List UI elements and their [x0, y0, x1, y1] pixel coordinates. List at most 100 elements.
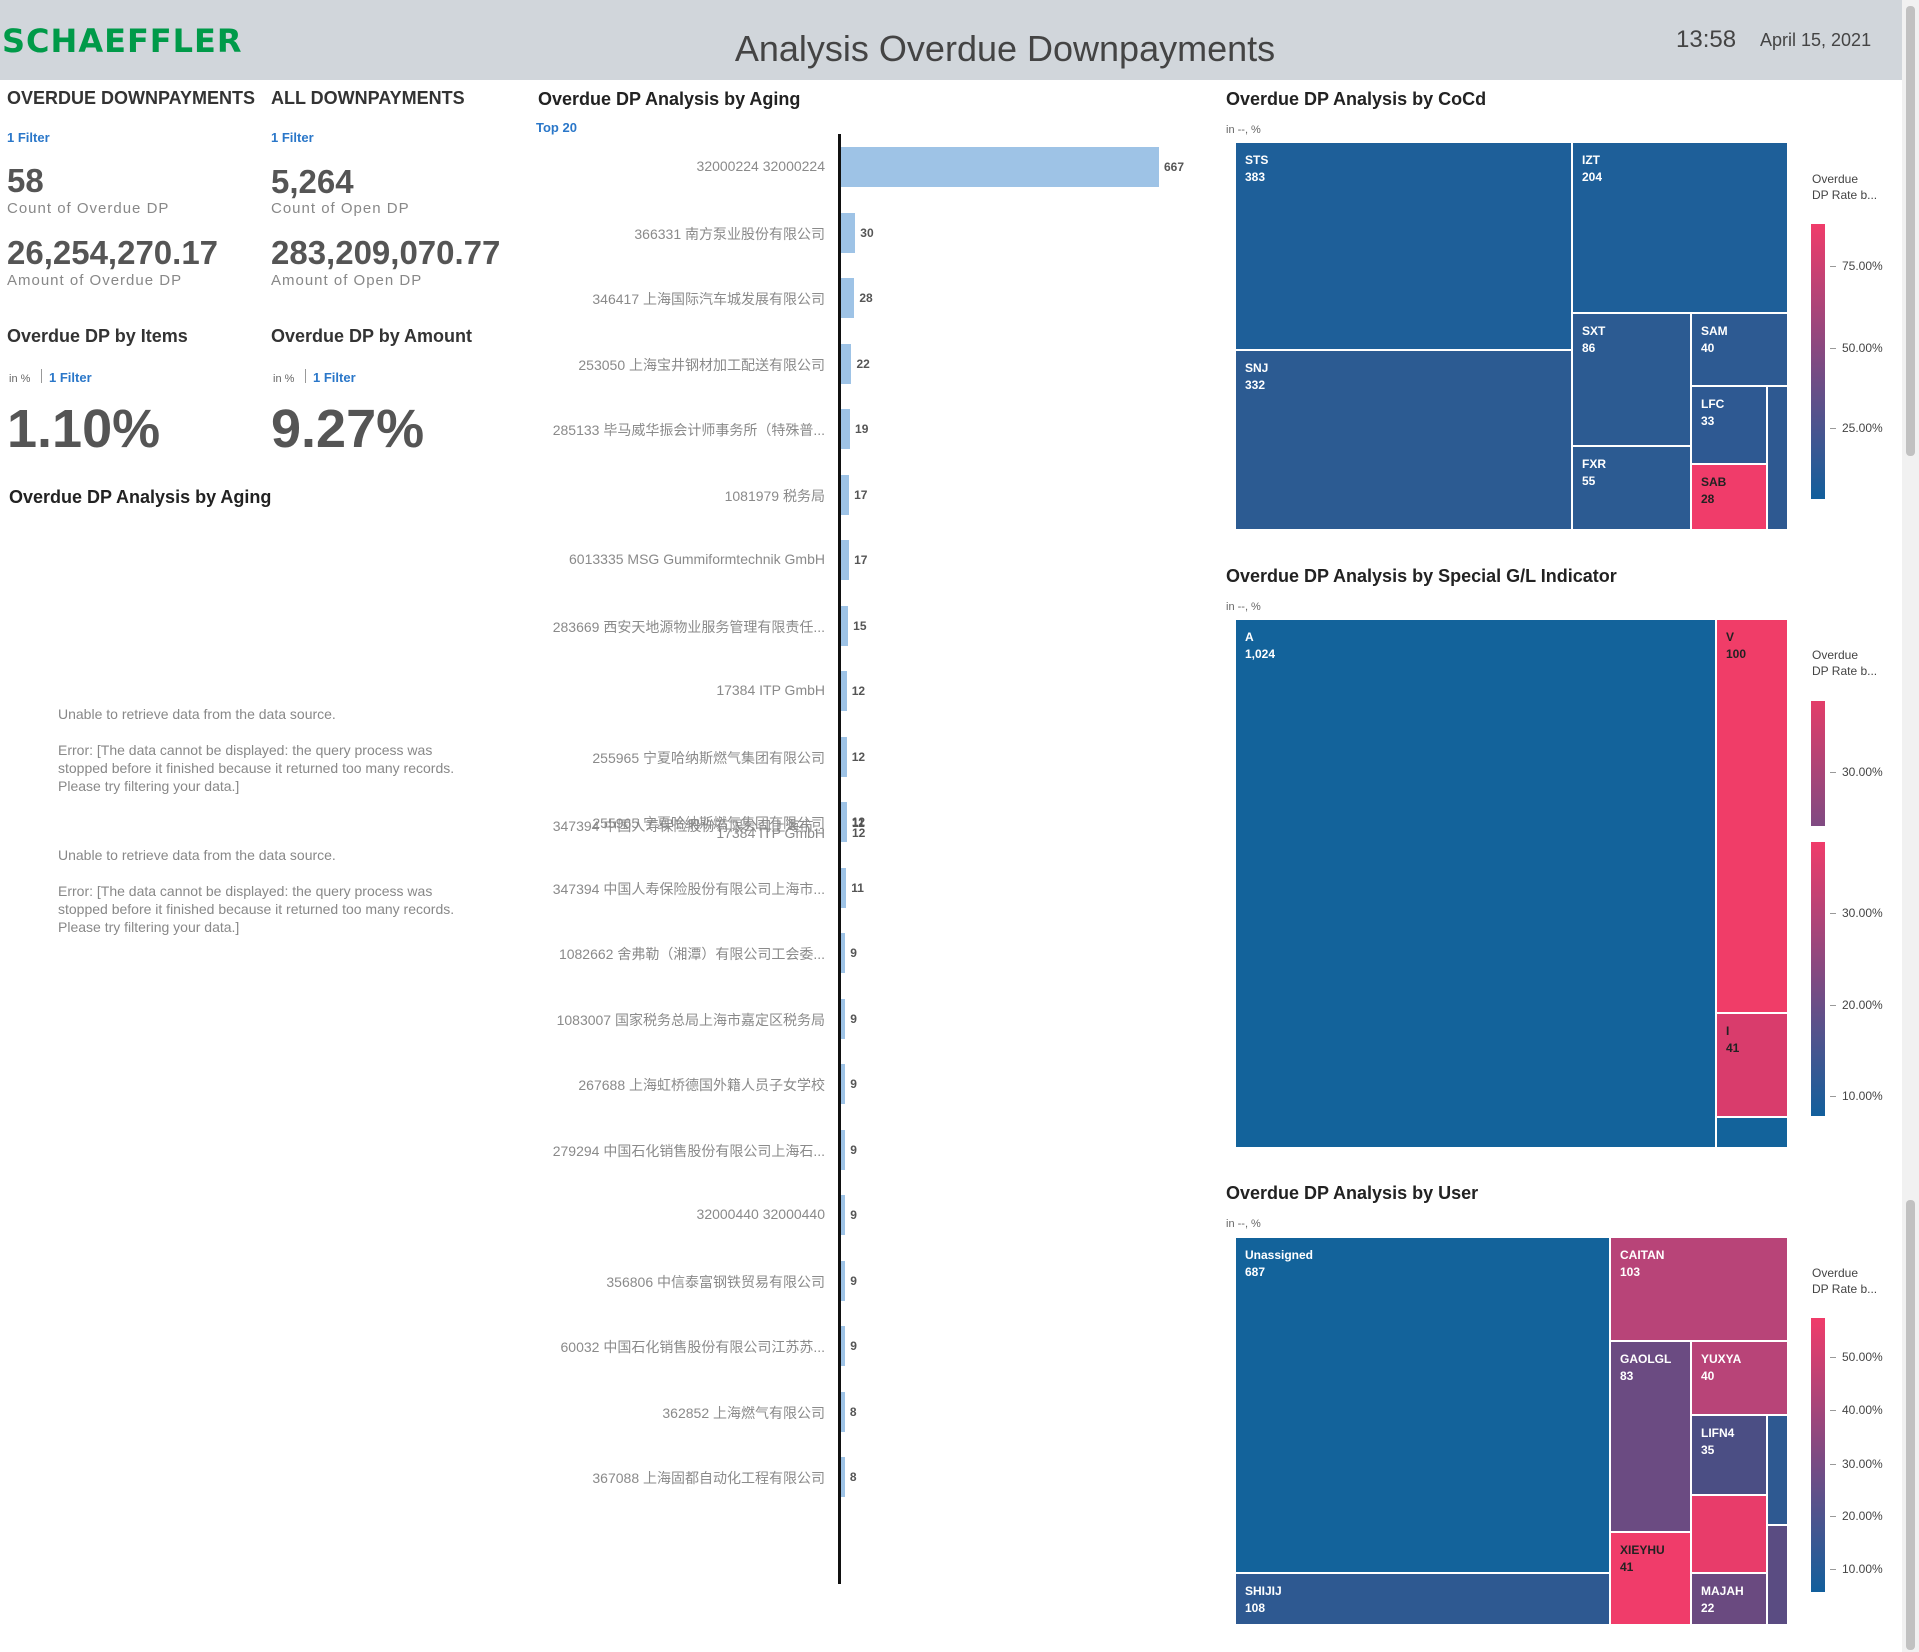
bar[interactable] [841, 802, 847, 842]
treemap-tile-unlabeled[interactable] [1767, 386, 1788, 530]
legend-tick: 75.00% [1830, 259, 1883, 273]
bar[interactable] [841, 671, 847, 711]
treemap-tile[interactable]: A 1,024 [1235, 619, 1716, 1148]
legend-tick: 25.00% [1830, 421, 1883, 435]
treemap-tile-unlabeled[interactable] [1691, 1495, 1767, 1573]
bar-category-label: 285133 毕马威华振会计师事务所（特殊普... [552, 422, 825, 438]
tile-label: IZT [1582, 153, 1600, 167]
bar-category-label: 32000440 32000440 [696, 1206, 825, 1222]
scrollbar-thumb[interactable] [1906, 1200, 1915, 1650]
cocd-treemap: STS 383 IZT 204 SNJ 332 SXT 86 SAM 40 LFC 33 FXR 55 SA… [1235, 142, 1788, 530]
bar[interactable] [841, 1391, 845, 1432]
bar[interactable] [841, 409, 851, 449]
tile-label: LIFN4 [1701, 1426, 1735, 1440]
user-unit: in --, % [1226, 1218, 1261, 1230]
bar-category-label: 356806 中信泰富钢铁贸易有限公司 [606, 1273, 825, 1290]
tile-value: 55 [1582, 474, 1596, 488]
bar[interactable] [841, 736, 847, 777]
bar-category-label: 346417 上海国际汽车城发展有限公司 [592, 291, 825, 307]
tile-value: 383 [1245, 170, 1266, 184]
tile-label: XIEYHU [1620, 1543, 1665, 1557]
legend-tick: 30.00% [1830, 765, 1883, 779]
bar[interactable] [841, 605, 849, 646]
tile-label: YUXYA [1701, 1352, 1742, 1366]
bar[interactable] [841, 212, 856, 253]
tile-label: LFC [1701, 397, 1725, 411]
bar[interactable] [841, 343, 852, 384]
bar[interactable] [841, 278, 855, 318]
bar[interactable] [841, 540, 850, 580]
treemap-tile[interactable]: Unassigned 687 [1235, 1237, 1610, 1573]
legend-title-line: Overdue [1812, 172, 1859, 186]
legend-tick: 20.00% [1830, 1509, 1883, 1523]
treemap-tile[interactable]: FXR 55 [1572, 446, 1691, 530]
treemap-tile[interactable]: V 100 [1716, 619, 1788, 1013]
treemap-tile[interactable]: SAM 40 [1691, 313, 1788, 386]
tile-value: 28 [1701, 492, 1715, 506]
treemap-tile[interactable]: MAJAH 22 [1691, 1573, 1767, 1625]
bar-category-label: 283669 西安天地源物业服务管理有限责任... [552, 618, 825, 635]
legend-tick: 50.00% [1830, 341, 1883, 355]
bar[interactable] [841, 998, 846, 1039]
bar-value-label: 12 [851, 749, 866, 764]
aging-bar-chart: 347394 中国人寿保险股份有限公司上海市... 17384 ITP GmbH… [0, 0, 1200, 1652]
tile-value: 204 [1582, 170, 1603, 184]
user-treemap: Unassigned 687 CAITAN 103 GAOLGL 83 YUXYA 40 LIF… [1235, 1237, 1788, 1625]
tile-label: SNJ [1245, 361, 1269, 375]
tile-label: SHIJIJ [1245, 1584, 1282, 1598]
treemap-tile[interactable]: LIFN4 35 [1691, 1415, 1767, 1495]
bar[interactable] [841, 1326, 846, 1366]
treemap-tile[interactable]: SAB 28 [1691, 464, 1767, 530]
treemap-tile[interactable]: CAITAN 103 [1610, 1237, 1788, 1341]
bar[interactable] [841, 1457, 845, 1497]
bar[interactable] [841, 1195, 846, 1235]
treemap-tile[interactable]: IZT 204 [1572, 142, 1788, 313]
treemap-tile[interactable]: STS 383 [1235, 142, 1572, 350]
bar-value-label: 9 [850, 1208, 857, 1222]
legend-tick: 30.00% [1830, 1457, 1883, 1471]
bar-category-label: 253050 上海宝井钢材加工配送有限公司 [578, 356, 825, 373]
treemap-tile[interactable]: SNJ 332 [1235, 350, 1572, 530]
bar[interactable] [841, 1064, 846, 1104]
treemap-tile-unlabeled[interactable] [1767, 1525, 1788, 1625]
bar[interactable] [841, 474, 850, 515]
special-gl-treemap: A 1,024 V 100 I 41 [1235, 619, 1788, 1148]
tile-value: 100 [1726, 647, 1747, 661]
treemap-tile[interactable]: YUXYA 40 [1691, 1341, 1788, 1415]
bar-category-label: 347394 中国人寿保险股份有限公司上海市... [552, 880, 825, 897]
treemap-tile[interactable]: SHIJIJ 108 [1235, 1573, 1610, 1625]
treemap-tile[interactable]: SXT 86 [1572, 313, 1691, 446]
bar[interactable] [841, 1260, 846, 1301]
bar[interactable] [841, 147, 1159, 187]
treemap-tile[interactable]: XIEYHU 41 [1610, 1532, 1691, 1625]
legend-tick: 50.00% [1830, 1350, 1883, 1364]
tile-value: 108 [1245, 1601, 1266, 1615]
bar[interactable] [841, 933, 846, 973]
bar[interactable] [841, 1129, 846, 1170]
special-gl-treemap-title: Overdue DP Analysis by Special G/L Indic… [1226, 566, 1617, 586]
bar-value-label: 9 [850, 1339, 857, 1353]
tile-value: 687 [1245, 1265, 1266, 1279]
bar-value-label: 12 [851, 684, 866, 698]
bar-category-label: 267688 上海虹桥德国外籍人员子女学校 [578, 1077, 825, 1093]
treemap-tile-unlabeled[interactable] [1767, 1415, 1788, 1525]
bar-value-label: 8 [849, 1470, 857, 1484]
bar-value-label: 22 [856, 356, 870, 371]
bar-value-label: 12 [851, 815, 866, 829]
bar-category-label: 255965 宁夏哈纳斯燃气集团有限公司 [592, 815, 825, 831]
legend-title-line: Overdue [1812, 648, 1859, 662]
legend-title-line: DP Rate b... [1812, 664, 1878, 678]
bar-value-label: 9 [850, 1011, 857, 1026]
bar-value-label: 17 [854, 553, 868, 567]
treemap-tile[interactable]: LFC 33 [1691, 386, 1767, 464]
bar-value-label: 9 [850, 1142, 857, 1157]
scrollbar-thumb[interactable] [1906, 6, 1915, 456]
bar-category-label: 255965 宁夏哈纳斯燃气集团有限公司 [592, 749, 825, 766]
bar-value-label: 17 [854, 487, 868, 502]
treemap-tile[interactable]: I 41 [1716, 1013, 1788, 1117]
tile-value: 41 [1620, 1560, 1634, 1574]
treemap-tile-unlabeled[interactable] [1716, 1117, 1788, 1148]
bar[interactable] [841, 867, 847, 908]
treemap-tile[interactable]: GAOLGL 83 [1610, 1341, 1691, 1532]
bar-category-label: 6013335 MSG Gummiformtechnik GmbH [569, 551, 825, 567]
